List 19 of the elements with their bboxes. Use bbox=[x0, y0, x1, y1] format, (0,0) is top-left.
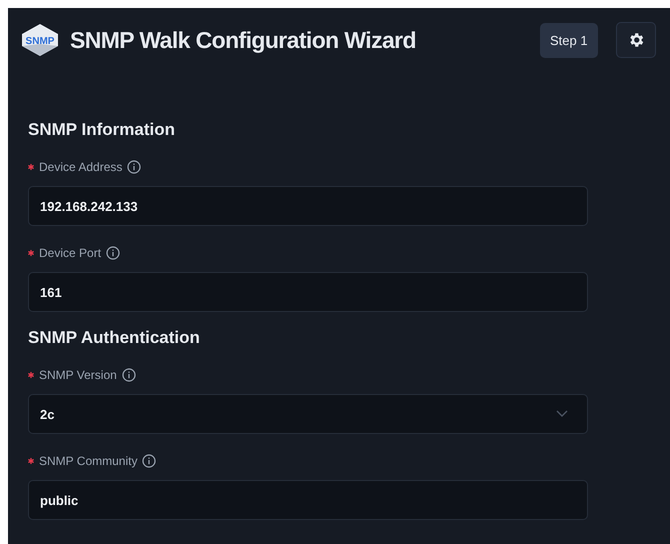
field-label: Device Port bbox=[39, 246, 102, 260]
dropdown-field[interactable]: 2c bbox=[28, 394, 588, 434]
field-label: Device Address bbox=[39, 160, 122, 174]
section-heading: SNMP Authentication bbox=[28, 328, 201, 348]
info-icon bbox=[122, 368, 136, 382]
info-icon bbox=[106, 246, 120, 260]
chevron-down-icon bbox=[556, 410, 568, 418]
input-field[interactable]: public bbox=[28, 480, 588, 520]
field-label: SNMP Version bbox=[39, 368, 117, 382]
wizard-title: SNMP Walk Configuration Wizard bbox=[70, 26, 417, 54]
field-label: SNMP Community bbox=[39, 454, 138, 468]
input-field[interactable]: 161 bbox=[28, 272, 588, 312]
logo-icon: SNMP bbox=[20, 22, 60, 58]
step-button[interactable]: Step 1 bbox=[540, 22, 598, 58]
input-field[interactable]: 192.168.242.133 bbox=[28, 186, 588, 226]
section-heading: SNMP Information bbox=[28, 120, 176, 140]
info-icon bbox=[142, 454, 156, 468]
info-icon bbox=[127, 160, 142, 174]
settings-button[interactable] bbox=[616, 22, 656, 58]
